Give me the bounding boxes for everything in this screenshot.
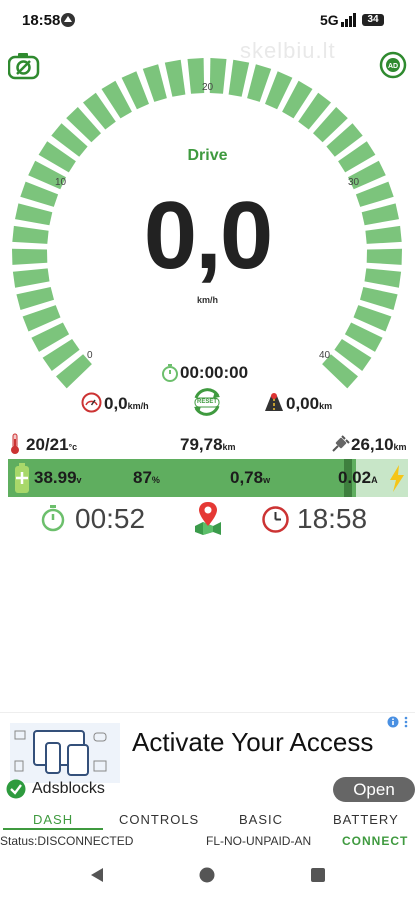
connection-status: Status:DISCONNECTED — [0, 834, 134, 848]
battery-status: 34 — [362, 14, 384, 26]
clock-icon — [262, 506, 289, 533]
home-icon[interactable] — [199, 867, 215, 883]
recents-icon[interactable] — [311, 868, 325, 882]
map-pin-icon — [195, 502, 221, 535]
battery-current: 0.02A — [338, 468, 378, 487]
temperature-unit: °c — [68, 442, 78, 452]
battery-bar: 38.99v 87% 0,78w 0.02A — [8, 459, 408, 497]
avg-speed: 0,0km/h — [104, 394, 149, 414]
info-icon[interactable] — [387, 716, 399, 728]
devices-illustration-icon — [10, 723, 120, 783]
trip-distance-value: 0,00 — [286, 394, 320, 413]
tab-basic[interactable]: BASIC — [239, 812, 283, 827]
active-tab-indicator — [3, 828, 103, 830]
battery-power: 0,78w — [230, 468, 271, 487]
back-icon[interactable] — [89, 867, 105, 883]
gauge-segment — [164, 59, 186, 97]
trip-distance-unit: km — [319, 401, 333, 411]
avg-speed-value: 0,0 — [104, 394, 128, 413]
more-options-icon[interactable] — [403, 716, 409, 728]
network-type: 5G — [320, 12, 339, 28]
speed-unit: km/h — [196, 295, 218, 305]
tab-dash[interactable]: DASH — [33, 812, 73, 827]
avg-speed-icon — [81, 392, 102, 413]
gauge-tick-40: 40 — [319, 350, 331, 361]
speed-value: 0,0 — [143, 182, 273, 289]
ride-timer-icon — [41, 505, 65, 532]
trip-distance: 0,00km — [286, 394, 332, 414]
stopwatch-icon — [162, 364, 178, 382]
battery-voltage: 38.99v — [34, 468, 82, 487]
gauge-segment — [247, 64, 272, 102]
tab-battery[interactable]: BATTERY — [333, 812, 399, 827]
avg-speed-unit: km/h — [127, 401, 149, 411]
system-nav-bar — [0, 850, 415, 900]
map-button[interactable] — [193, 502, 223, 536]
ad-open-button[interactable]: Open — [333, 777, 415, 802]
system-status-bar: 18:58 5G 34 — [0, 0, 415, 40]
gauge-segment — [228, 59, 250, 97]
signal-icon — [341, 13, 356, 27]
temperature: 20/21°c — [26, 435, 77, 455]
check-circle-icon — [6, 779, 26, 799]
temperature-value: 20/21 — [26, 435, 69, 454]
odometer: 79,78km — [180, 435, 236, 455]
trip-timer: 00:00:00 — [180, 363, 249, 382]
plug-icon — [332, 435, 350, 452]
ride-time: 00:52 — [75, 503, 146, 534]
road-icon — [265, 393, 283, 411]
gauge-tick-0: 0 — [87, 350, 93, 361]
range-unit: km — [393, 442, 407, 452]
current-clock: 18:58 — [297, 503, 368, 534]
tab-controls[interactable]: CONTROLS — [119, 812, 199, 827]
battery-percent: 87% — [133, 468, 160, 487]
device-name: FL-NO-UNPAID-AN — [206, 834, 312, 848]
gauge-tick-20: 20 — [202, 82, 214, 93]
odometer-unit: km — [222, 442, 236, 452]
ad-title[interactable]: Activate Your Access — [132, 727, 373, 758]
thermometer-icon — [11, 433, 19, 454]
reset-button[interactable]: RESET — [190, 386, 224, 418]
gauge-segment — [142, 64, 167, 102]
odometer-value: 79,78 — [180, 435, 223, 454]
app-notification-icon — [61, 13, 75, 27]
lightning-icon — [390, 465, 404, 492]
battery-icon — [15, 463, 29, 493]
range: 26,10km — [351, 435, 407, 455]
reset-label: RESET — [197, 399, 218, 405]
ad-sponsor[interactable]: Adsblocks — [32, 780, 105, 798]
connect-button[interactable]: CONNECT — [342, 834, 408, 848]
status-time: 18:58 — [22, 12, 61, 29]
drive-mode: Drive — [187, 147, 228, 164]
range-value: 26,10 — [351, 435, 394, 454]
